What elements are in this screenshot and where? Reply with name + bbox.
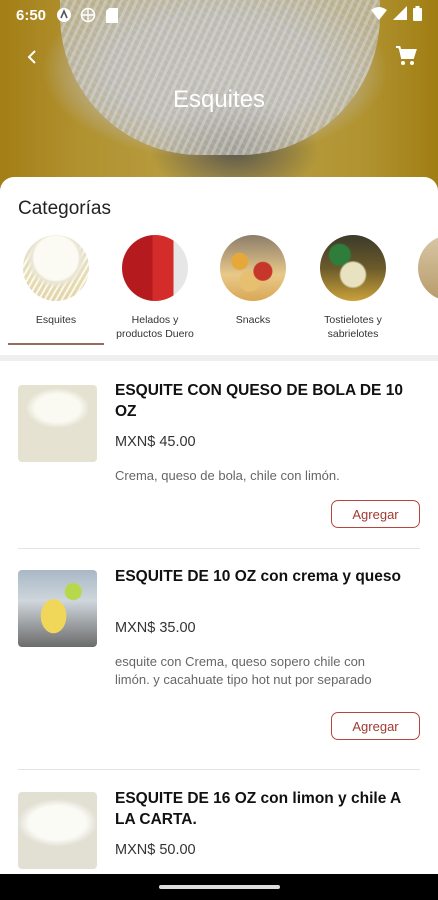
category-image xyxy=(418,235,438,301)
categories-title: Categorías xyxy=(18,198,111,219)
category-label: B xyxy=(403,313,438,327)
signal-icon xyxy=(393,6,407,24)
category-tostielotes[interactable]: Tostielotes y sabrielotes xyxy=(305,235,401,347)
product-name: ESQUITE DE 10 OZ con crema y queso xyxy=(115,568,401,585)
category-partial[interactable]: B xyxy=(403,235,438,347)
cart-icon xyxy=(395,45,417,71)
add-button[interactable]: Agregar xyxy=(331,712,420,740)
product-image xyxy=(18,385,97,462)
category-label: Tostielotes y sabrielotes xyxy=(324,314,382,340)
product-price: MXN$ 35.00 xyxy=(115,620,196,636)
category-carousel[interactable]: Esquites Helados y productos Duero Snack… xyxy=(0,235,438,347)
category-image xyxy=(23,235,89,301)
category-image xyxy=(320,235,386,301)
category-esquites[interactable]: Esquites xyxy=(8,235,104,347)
cart-button[interactable] xyxy=(392,44,420,72)
add-button[interactable]: Agregar xyxy=(331,500,420,528)
chevron-left-icon xyxy=(25,49,39,70)
product-image xyxy=(18,792,97,869)
sim-card-icon xyxy=(104,7,120,23)
category-image xyxy=(220,235,286,301)
status-time: 6:50 xyxy=(16,6,47,24)
category-snacks[interactable]: Snacks xyxy=(205,235,301,347)
product-name: ESQUITE CON QUESO DE BOLA DE 10 OZ xyxy=(115,382,403,420)
divider xyxy=(18,769,420,770)
hero-banner: 6:50 Esquites xyxy=(0,0,438,205)
divider xyxy=(18,548,420,549)
product-description: esquite con Crema, queso sopero chile co… xyxy=(115,654,372,687)
category-label: Snacks xyxy=(235,314,271,326)
product-image xyxy=(18,570,97,647)
back-button[interactable] xyxy=(18,45,46,73)
content-sheet: Categorías Esquites Helados y productos … xyxy=(0,177,438,900)
selected-category-indicator xyxy=(8,343,104,345)
home-gesture-handle[interactable] xyxy=(159,885,280,889)
product-description: Crema, queso de bola, chile con limón. xyxy=(115,468,340,483)
battery-icon xyxy=(413,5,422,25)
wifi-icon xyxy=(371,6,387,24)
globe-icon xyxy=(80,7,96,23)
section-divider xyxy=(0,355,438,361)
category-helados[interactable]: Helados y productos Duero xyxy=(107,235,203,347)
page-title: Esquites xyxy=(172,86,266,113)
system-navigation-bar xyxy=(0,874,438,900)
product-price: MXN$ 45.00 xyxy=(115,434,196,450)
product-name: ESQUITE DE 16 OZ con limon y chile A LA … xyxy=(115,790,401,828)
a-circle-icon xyxy=(56,7,72,23)
category-image xyxy=(122,235,188,301)
category-label: Esquites xyxy=(35,314,77,326)
product-price: MXN$ 50.00 xyxy=(115,842,196,858)
category-label: Helados y productos Duero xyxy=(116,314,194,340)
status-bar: 6:50 xyxy=(0,0,438,30)
